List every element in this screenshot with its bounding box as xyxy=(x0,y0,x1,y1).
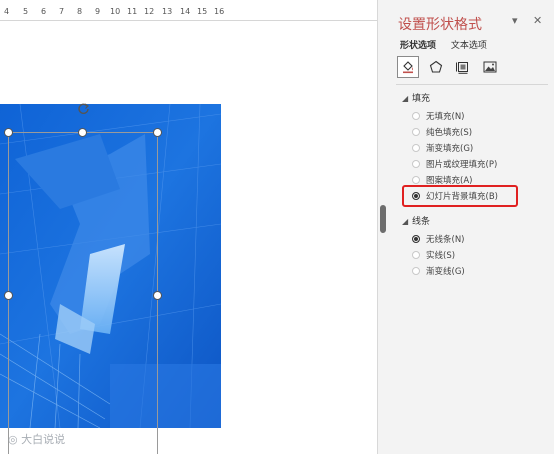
radio-solid-fill[interactable]: 纯色填充(S) xyxy=(412,126,472,140)
ruler-tick: 6 xyxy=(41,7,47,16)
radio-label: 纯色填充(S) xyxy=(426,128,473,138)
line-section-header[interactable]: ◢ 线条 xyxy=(402,214,430,227)
size-properties-tab[interactable] xyxy=(452,56,474,78)
tab-text-options[interactable]: 文本选项 xyxy=(451,41,487,51)
radio-no-fill[interactable]: 无填充(N) xyxy=(412,110,465,124)
effects-icon xyxy=(429,60,443,73)
radio-icon xyxy=(412,175,420,184)
radio-icon xyxy=(412,159,420,168)
ruler-tick: 13 xyxy=(162,7,173,16)
ruler-tick: 5 xyxy=(23,7,29,16)
picture-icon xyxy=(483,61,497,73)
ruler-tick: 9 xyxy=(95,7,101,16)
ruler-tick: 10 xyxy=(110,7,121,16)
ruler-tick: 8 xyxy=(77,7,83,16)
ruler-tick: 11 xyxy=(127,7,138,16)
format-shape-pane: 设置形状格式 ▾ ✕ 形状选项 文本选项 ◢ 填充 无填充(N) 纯色填充(S)… xyxy=(388,0,554,454)
horizontal-ruler: 4 5 6 7 8 9 10 11 12 13 14 15 16 xyxy=(0,0,377,21)
resize-handle-right[interactable] xyxy=(153,291,162,300)
radio-icon xyxy=(412,127,420,136)
size-properties-icon xyxy=(456,62,468,74)
line-heading: 线条 xyxy=(412,217,431,227)
chevron-down-icon: ◢ xyxy=(402,94,409,103)
resize-handle-top[interactable] xyxy=(78,128,87,137)
rotate-handle-icon[interactable] xyxy=(77,102,90,115)
scrollbar-thumb[interactable] xyxy=(380,205,386,233)
fill-line-icon xyxy=(403,61,413,74)
radio-label: 图片或纹理填充(P) xyxy=(426,160,498,170)
watermark-text: 大白说说 xyxy=(21,433,66,446)
slide-canvas[interactable] xyxy=(0,21,377,454)
radio-label: 实线(S) xyxy=(426,251,456,261)
radio-icon xyxy=(412,266,420,275)
pane-title: 设置形状格式 xyxy=(398,17,482,33)
resize-handle-top-left[interactable] xyxy=(4,128,13,137)
radio-gradient-line[interactable]: 渐变线(G) xyxy=(412,265,465,279)
fill-line-tab[interactable] xyxy=(397,56,419,78)
resize-handle-left[interactable] xyxy=(4,291,13,300)
pane-separator xyxy=(396,84,548,85)
pane-close-icon[interactable]: ✕ xyxy=(533,14,542,27)
radio-solid-line[interactable]: 实线(S) xyxy=(412,249,455,263)
radio-picture-texture-fill[interactable]: 图片或纹理填充(P) xyxy=(412,158,497,172)
tab-shape-options[interactable]: 形状选项 xyxy=(400,41,436,51)
radio-selected-icon xyxy=(412,234,420,243)
chevron-down-icon: ◢ xyxy=(402,217,409,226)
radio-icon xyxy=(412,250,420,259)
resize-handle-top-right[interactable] xyxy=(153,128,162,137)
radio-icon xyxy=(412,143,420,152)
ruler-tick: 15 xyxy=(197,7,208,16)
fill-heading: 填充 xyxy=(412,94,431,104)
pane-options-chevron-down-icon[interactable]: ▾ xyxy=(512,14,518,27)
ruler-tick: 16 xyxy=(214,7,225,16)
fill-section-header[interactable]: ◢ 填充 xyxy=(402,91,430,104)
effects-tab[interactable] xyxy=(425,56,447,78)
radio-gradient-fill[interactable]: 渐变填充(G) xyxy=(412,142,473,156)
radio-no-line[interactable]: 无线条(N) xyxy=(412,233,465,247)
ruler-tick: 12 xyxy=(144,7,155,16)
radio-label: 渐变线(G) xyxy=(426,267,465,277)
slide-building-image[interactable] xyxy=(0,104,221,428)
watermark-logo: ◎ 大白说说 xyxy=(8,433,66,446)
pane-tabs: 形状选项 文本选项 xyxy=(400,38,499,51)
radio-icon xyxy=(412,111,420,120)
highlight-box xyxy=(402,185,518,207)
radio-label: 渐变填充(G) xyxy=(426,144,474,154)
ruler-tick: 7 xyxy=(59,7,65,16)
ruler-tick: 4 xyxy=(4,7,10,16)
radio-label: 无填充(N) xyxy=(426,112,465,122)
radio-label: 无线条(N) xyxy=(426,235,465,245)
ruler-tick: 14 xyxy=(180,7,191,16)
picture-tab[interactable] xyxy=(479,56,501,78)
